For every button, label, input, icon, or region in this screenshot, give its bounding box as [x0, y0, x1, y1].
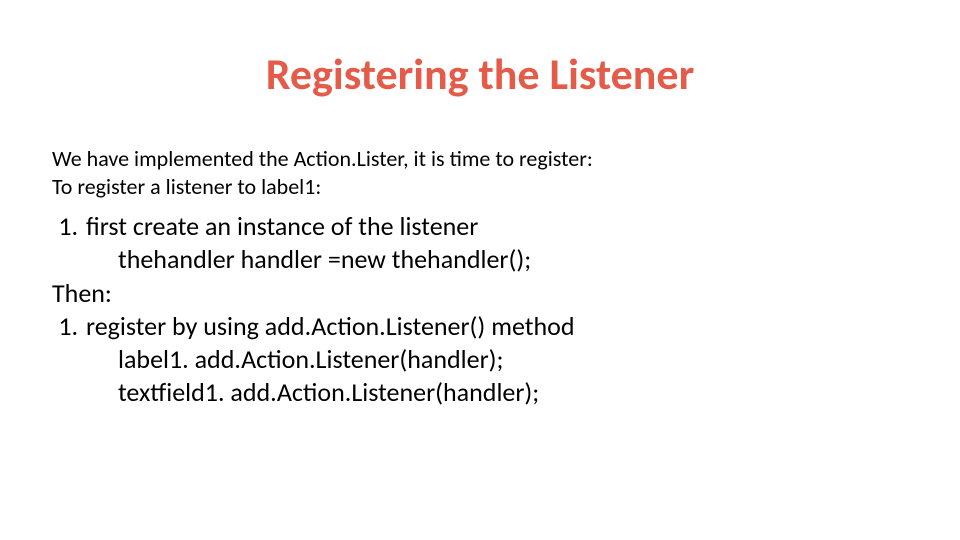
step-1-code: thehandler handler =new thehandler();: [118, 243, 900, 276]
step-2-code-2: textfield1. add.Action.Listener(handler)…: [118, 376, 900, 409]
step-list-1: first create an instance of the listener: [52, 210, 900, 243]
body-block: first create an instance of the listener…: [52, 210, 900, 410]
step-list-2: register by using add.Action.Listener() …: [52, 310, 900, 343]
step-2: register by using add.Action.Listener() …: [84, 310, 900, 343]
step-2-code-1: label1. add.Action.Listener(handler);: [118, 343, 900, 376]
step-1: first create an instance of the listener: [84, 210, 900, 243]
slide-title: Registering the Listener: [0, 50, 960, 98]
intro-line-1: We have implemented the Action.Lister, i…: [52, 145, 900, 173]
intro-line-2: To register a listener to label1:: [52, 173, 900, 201]
slide: Registering the Listener We have impleme…: [0, 0, 960, 540]
intro-block: We have implemented the Action.Lister, i…: [52, 145, 900, 200]
then-label: Then:: [52, 277, 900, 310]
